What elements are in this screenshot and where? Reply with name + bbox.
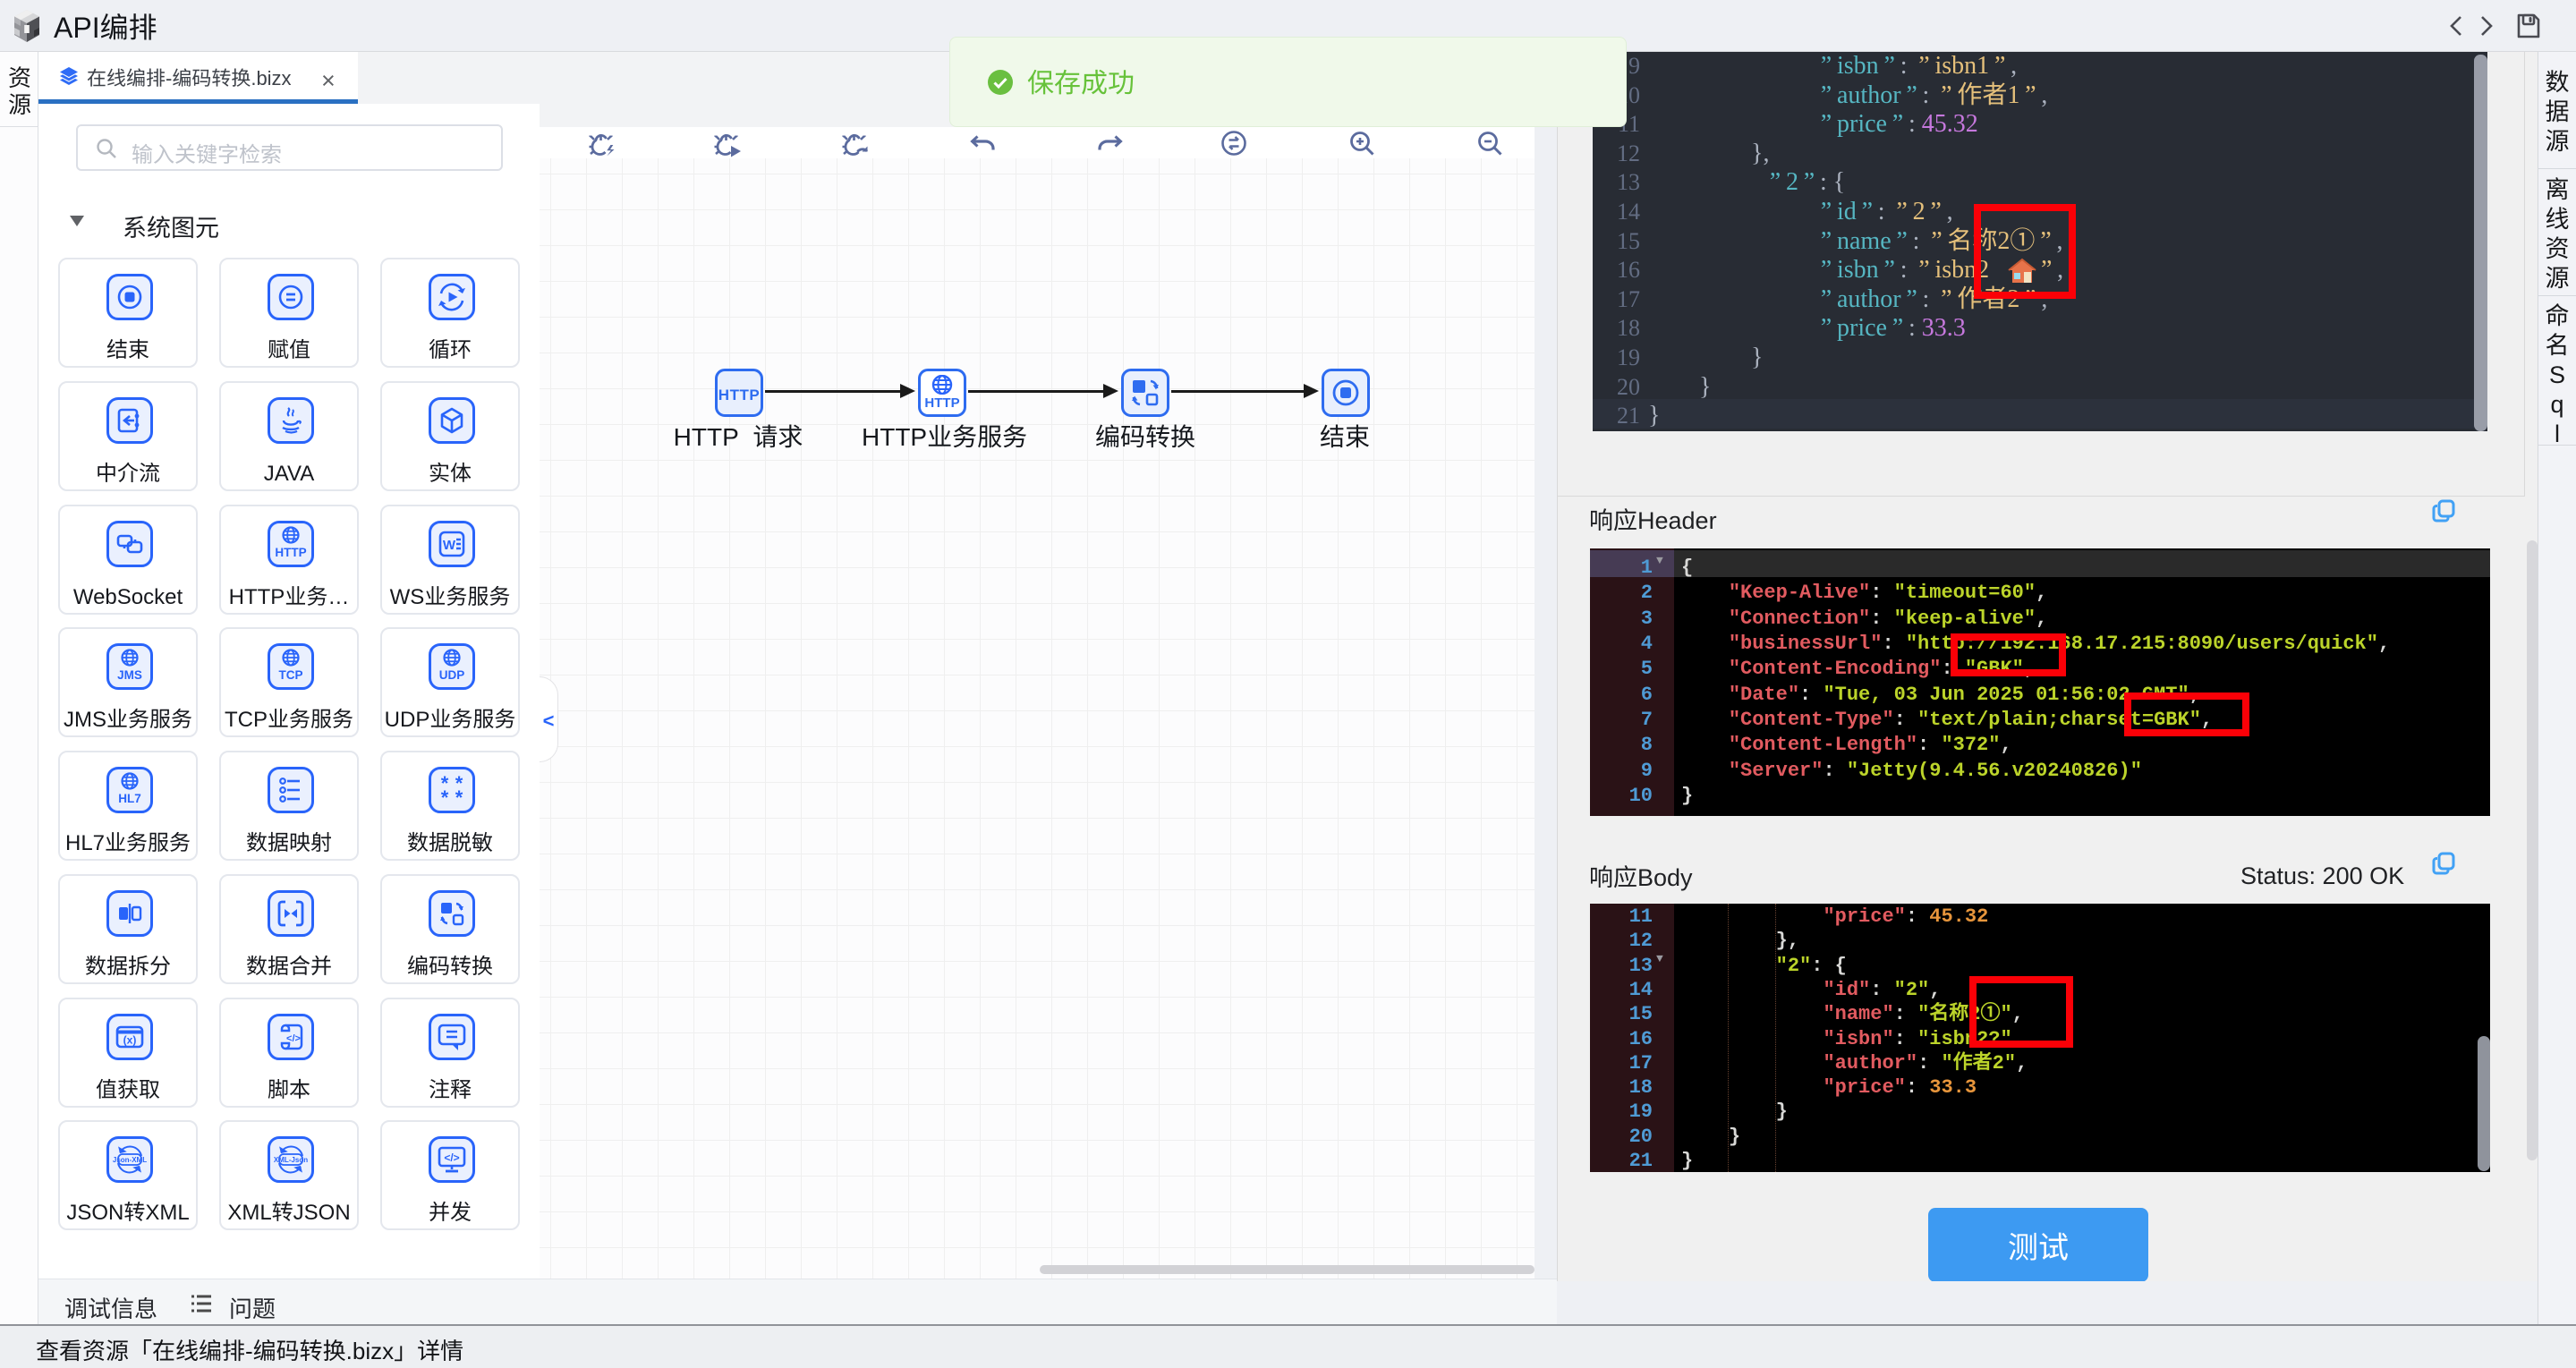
svg-text:HL7: HL7 xyxy=(118,792,141,805)
svg-text:W: W xyxy=(443,538,456,553)
svg-text:Json-XML: Json-XML xyxy=(113,1156,147,1166)
svg-text:XML-Json: XML-Json xyxy=(274,1156,308,1166)
svg-text:TCP: TCP xyxy=(279,668,303,682)
svg-text:JMS: JMS xyxy=(117,668,142,682)
svg-text:UDP: UDP xyxy=(439,668,465,682)
svg-text:*: * xyxy=(455,782,463,805)
svg-text:</>: </> xyxy=(286,1031,301,1045)
svg-text:*: * xyxy=(441,782,449,805)
svg-text:HTTP: HTTP xyxy=(275,546,306,559)
svg-text:(x): (x) xyxy=(123,1032,137,1047)
svg-text:</>: </> xyxy=(444,1150,459,1165)
